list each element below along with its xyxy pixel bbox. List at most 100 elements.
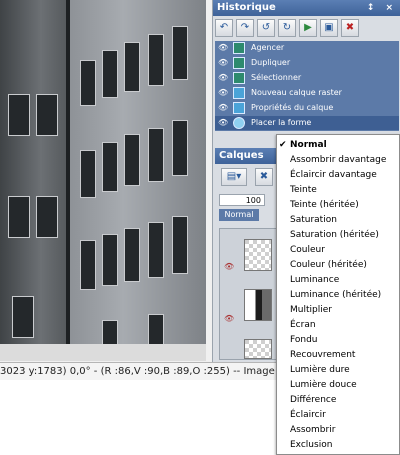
window (8, 94, 30, 136)
layer-thumbnail[interactable] (244, 239, 272, 271)
history-title: Historique (217, 2, 276, 13)
clear-history-icon[interactable]: ✖ (341, 19, 359, 37)
blend-mode-menu: ✔ Normal Assombrir davantage Éclaircir dava… (276, 134, 400, 455)
window (148, 222, 164, 278)
blend-mode-option-label: Écran (290, 320, 316, 330)
select-icon (233, 72, 245, 84)
blend-mode-option-label: Saturation (héritée) (290, 230, 379, 240)
eye-icon[interactable]: 👁 (218, 103, 228, 112)
blend-mode-option[interactable]: Saturation (héritée) (277, 228, 399, 243)
blend-mode-option[interactable]: Teinte (héritée) (277, 198, 399, 213)
blend-mode-option[interactable]: Recouvrement (277, 348, 399, 363)
save-icon[interactable]: ▣ (320, 19, 338, 37)
redo-icon[interactable]: ↷ (236, 19, 254, 37)
window (124, 42, 140, 92)
history-item[interactable]: 👁 Dupliquer (215, 56, 399, 70)
window (148, 34, 164, 86)
title-bar-controls[interactable]: ↕ × (367, 0, 397, 16)
horizontal-scrollbar[interactable] (0, 344, 206, 361)
blend-mode-option[interactable]: Assombrir (277, 423, 399, 438)
history-item[interactable]: 👁 Nouveau calque raster (215, 86, 399, 100)
status-text: 3023 y:1783) 0,0° - (R :86,V :90,B :89,O… (0, 366, 276, 377)
blend-mode-option[interactable]: ✔ Normal (277, 138, 399, 153)
window (36, 196, 58, 238)
shape-icon (233, 117, 245, 129)
blend-mode-option-label: Éclaircir davantage (290, 170, 377, 180)
eye-icon[interactable]: 👁 (218, 118, 228, 127)
undo-step-icon[interactable]: ↺ (257, 19, 275, 37)
eye-icon[interactable]: 👁 (218, 43, 228, 52)
blend-mode-option-label: Recouvrement (290, 350, 356, 360)
window (124, 228, 140, 282)
window (102, 234, 118, 286)
blend-mode-option[interactable]: Teinte (277, 183, 399, 198)
blend-mode-option[interactable]: Lumière douce (277, 378, 399, 393)
blend-mode-option-label: Assombrir davantage (290, 155, 387, 165)
history-toolbar: ↶ ↷ ↺ ↻ ▶ ▣ ✖ (215, 17, 399, 39)
history-item-label: Nouveau calque raster (251, 88, 342, 97)
arrange-icon (233, 42, 245, 54)
blend-mode-option-label: Fondu (290, 335, 318, 345)
building-left (0, 0, 68, 344)
eye-icon[interactable]: 👁 (218, 88, 228, 97)
image-canvas[interactable] (0, 0, 206, 344)
eye-icon[interactable]: 👁 (218, 58, 228, 67)
blend-mode-option[interactable]: Éclaircir davantage (277, 168, 399, 183)
history-item[interactable]: 👁 Propriétés du calque (215, 101, 399, 115)
blend-mode-option[interactable]: Multiplier (277, 303, 399, 318)
window (102, 320, 118, 344)
history-title-bar: Historique ↕ × (213, 0, 400, 16)
layers-title: Calques (219, 150, 264, 161)
delete-layer-icon[interactable]: ✖ (255, 168, 273, 186)
blend-mode-option[interactable]: Différence (277, 393, 399, 408)
history-item-label: Agencer (251, 43, 285, 52)
duplicate-icon (233, 57, 245, 69)
history-item-label: Propriétés du calque (251, 103, 334, 112)
blend-mode-option-label: Lumière douce (290, 380, 357, 390)
blend-mode-option-label: Multiplier (290, 305, 332, 315)
empty-area (0, 380, 276, 455)
window (8, 196, 30, 238)
raster-layer-icon (233, 87, 245, 99)
blend-mode-option[interactable]: Exclusion (277, 438, 399, 453)
blend-mode-option[interactable]: Lumière dure (277, 363, 399, 378)
history-list: 👁 Agencer 👁 Dupliquer 👁 Sélectionner 👁 N… (215, 41, 399, 131)
blend-mode-option-label: Lumière dure (290, 365, 350, 375)
redo-step-icon[interactable]: ↻ (278, 19, 296, 37)
eye-icon[interactable]: 👁 (218, 73, 228, 82)
blend-mode-select[interactable]: Normal (219, 209, 259, 221)
blend-mode-option[interactable]: Luminance (héritée) (277, 288, 399, 303)
eye-icon[interactable]: 👁 (224, 315, 236, 323)
layer-thumbnail[interactable] (244, 289, 272, 321)
blend-mode-option-label: Assombrir (290, 425, 336, 435)
play-icon[interactable]: ▶ (299, 19, 317, 37)
blend-mode-option-label: Couleur (290, 245, 325, 255)
status-bar: 3023 y:1783) 0,0° - (R :86,V :90,B :89,O… (0, 362, 276, 381)
blend-mode-option[interactable]: Assombrir davantage (277, 153, 399, 168)
new-layer-icon[interactable]: ▤▾ (221, 168, 247, 186)
window (102, 50, 118, 98)
eye-icon[interactable]: 👁 (224, 263, 236, 271)
opacity-field[interactable]: 100 (219, 194, 265, 206)
layer-thumbnail[interactable] (244, 339, 272, 359)
history-item[interactable]: 👁 Placer la forme (215, 116, 399, 130)
history-item-label: Dupliquer (251, 58, 291, 67)
blend-mode-option[interactable]: Écran (277, 318, 399, 333)
blend-mode-option-label: Luminance (héritée) (290, 290, 382, 300)
blend-mode-option[interactable]: Saturation (277, 213, 399, 228)
window (80, 150, 96, 198)
blend-mode-option[interactable]: Luminance (277, 273, 399, 288)
layer-properties-icon (233, 102, 245, 114)
window (172, 216, 188, 274)
undo-icon[interactable]: ↶ (215, 19, 233, 37)
history-item[interactable]: 👁 Agencer (215, 41, 399, 55)
opacity-value: 100 (245, 196, 261, 205)
blend-mode-option[interactable]: Fondu (277, 333, 399, 348)
blend-mode-option[interactable]: Couleur (277, 243, 399, 258)
window (80, 60, 96, 106)
blend-mode-option[interactable]: Couleur (héritée) (277, 258, 399, 273)
window (80, 240, 96, 290)
blend-mode-option[interactable]: Éclaircir (277, 408, 399, 423)
blend-mode-option-label: Normal (290, 140, 327, 150)
history-item[interactable]: 👁 Sélectionner (215, 71, 399, 85)
